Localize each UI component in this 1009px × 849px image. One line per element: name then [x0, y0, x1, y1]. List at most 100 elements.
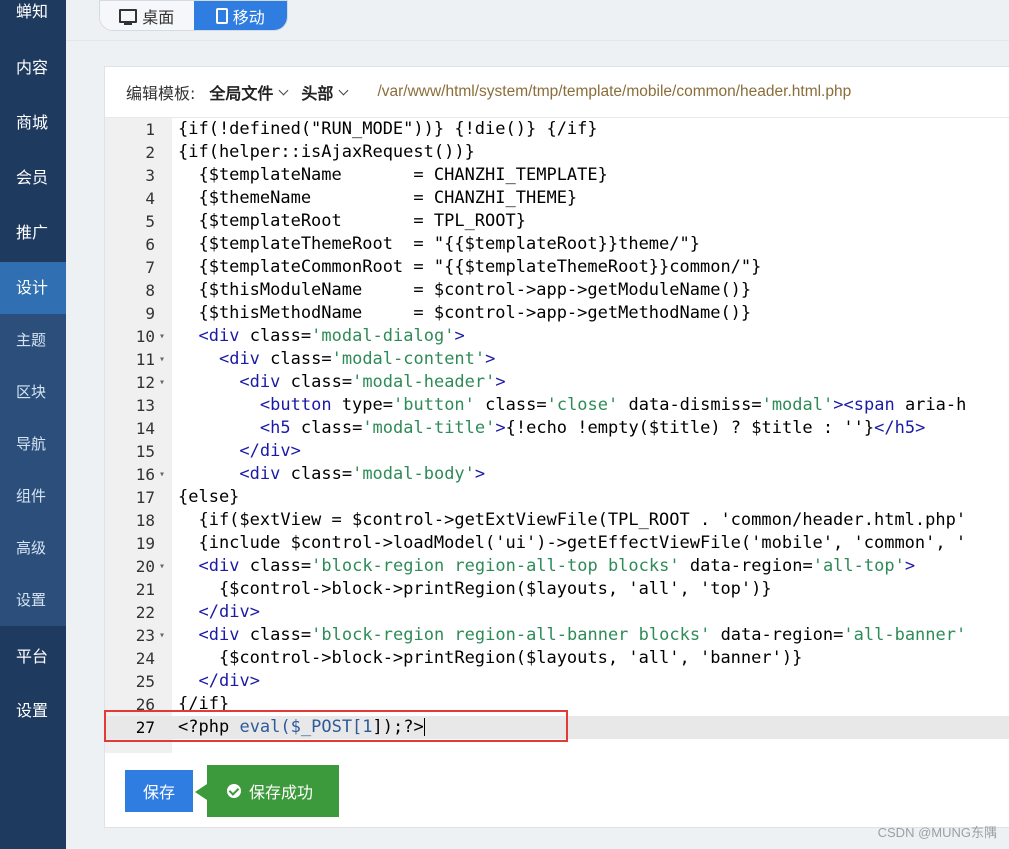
line-number: 21 — [135, 580, 155, 599]
code-line: 14 h5 class='modal-title'{!echo !empty($… — [105, 417, 1009, 440]
line-text: {else} — [178, 487, 240, 507]
file-dropdown-label: 头部 — [301, 84, 334, 103]
code-line: 3 {$templateName = CHANZHI_TEMPLATE} — [105, 164, 1009, 187]
sidebar-subitem-navigation[interactable]: 导航 — [0, 418, 66, 470]
line-number: 7 — [145, 258, 155, 277]
code-line: 11 ▾ div class='modal-content' — [105, 348, 1009, 371]
line-text: {if(helper::isAjaxRequest())} — [178, 142, 475, 162]
sidebar-item-chanzhi[interactable]: 蝉知 — [0, 0, 66, 38]
line-number: 20 — [135, 557, 155, 576]
line-number: 17 — [135, 488, 155, 507]
line-text: div class='modal-content' — [178, 348, 495, 371]
fold-arrow-icon: ▾ — [159, 354, 166, 365]
mobile-tab[interactable]: 移动 — [193, 1, 287, 30]
code-line: 1 {if(!defined("RUN_MODE"))} {!die()} {/i… — [105, 118, 1009, 141]
line-text: {include $control->loadModel('ui')->getE… — [178, 533, 967, 553]
line-number: 25 — [135, 672, 155, 691]
sidebar-subitem-block[interactable]: 区块 — [0, 366, 66, 418]
sidebar-item-settings[interactable]: 设置 — [0, 685, 66, 737]
sidebar-item-member[interactable]: 会员 — [0, 152, 66, 204]
code-line: 13 button type='button' class='close' da… — [105, 394, 1009, 417]
mobile-tab-label: 移动 — [232, 7, 265, 27]
check-circle-icon — [227, 784, 241, 798]
chevron-down-icon — [278, 85, 289, 95]
line-text: {$templateRoot = TPL_ROOT} — [178, 211, 526, 231]
code-line: 21 {$control->block->printRegion($layout… — [105, 578, 1009, 601]
sidebar-item-design[interactable]: 设计 — [0, 262, 66, 314]
line-number: 5 — [145, 212, 155, 231]
desktop-tab[interactable]: 桌面 — [100, 1, 194, 30]
code-line: 19 {include $control->loadModel('ui')->g… — [105, 532, 1009, 555]
line-text: div class='block-region region-all-top b… — [178, 555, 915, 578]
code-line: 22 div — [105, 601, 1009, 624]
line-number: 15 — [135, 442, 155, 461]
code-line: 23 ▾ div class='block-region region-all-b… — [105, 624, 1009, 647]
code-line: 17 {else} — [105, 486, 1009, 509]
sidebar-subitem-advanced[interactable]: 高级 — [0, 522, 66, 574]
line-text: div class='modal-body' — [178, 463, 485, 486]
sidebar-subitem-settings[interactable]: 设置 — [0, 574, 66, 626]
code-line: 10 ▾ div class='modal-dialog' — [105, 325, 1009, 348]
sidebar-subitem-theme[interactable]: 主题 — [0, 314, 66, 366]
line-number: 18 — [135, 511, 155, 530]
sidebar-item-platform[interactable]: 平台 — [0, 631, 66, 683]
code-line: 4 {$themeName = CHANZHI_THEME} — [105, 187, 1009, 210]
line-number: 9 — [145, 304, 155, 323]
monitor-icon — [119, 8, 138, 25]
line-text: button type='button' class='close' data-… — [178, 394, 966, 417]
code-line: 7 {$templateCommonRoot = "{{$templateThe… — [105, 256, 1009, 279]
line-text: {$thisMethodName = $control->app->getMet… — [178, 303, 752, 323]
line-number: 6 — [145, 235, 155, 254]
sidebar-item-promotion[interactable]: 推广 — [0, 207, 66, 259]
line-text: h5 class='modal-title'{!echo !empty($tit… — [178, 417, 925, 440]
line-number: 24 — [135, 649, 155, 668]
sidebar: 蝉知 内容 商城 会员 推广 设计 主题 区块 导航 组件 高级 设置 平台 设… — [0, 0, 66, 849]
fold-arrow-icon: ▾ — [159, 377, 166, 388]
line-text: {$themeName = CHANZHI_THEME} — [178, 188, 578, 208]
fold-arrow-icon: ▾ — [159, 561, 166, 572]
code-line: 20 ▾ div class='block-region region-all-t… — [105, 555, 1009, 578]
line-number: 23 — [135, 626, 155, 645]
scope-dropdown[interactable]: 全局文件 — [209, 80, 289, 104]
fold-arrow-icon: ▾ — [159, 469, 166, 480]
line-text: div class='block-region region-all-banne… — [178, 624, 966, 647]
line-text: div class='modal-header' — [178, 371, 505, 394]
code-line: 16 ▾ div class='modal-body' — [105, 463, 1009, 486]
code-line: 8 {$thisModuleName = $control->app->getM… — [105, 279, 1009, 302]
code-line: 24 {$control->block->printRegion($layout… — [105, 647, 1009, 670]
code-editor[interactable]: 1 {if(!defined("RUN_MODE"))} {!die()} {/i… — [105, 118, 1009, 753]
line-number: 3 — [145, 166, 155, 185]
line-number: 10 — [135, 327, 155, 346]
line-text: {$control->block->printRegion($layouts, … — [178, 648, 803, 668]
code-line: 9 {$thisMethodName = $control->app->getM… — [105, 302, 1009, 325]
code-line: 5 {$templateRoot = TPL_ROOT} — [105, 210, 1009, 233]
line-text: {$control->block->printRegion($layouts, … — [178, 579, 772, 599]
line-text: {$templateCommonRoot = "{{$templateTheme… — [178, 257, 762, 277]
edit-template-label: 编辑模板: — [126, 84, 196, 103]
fold-arrow-icon: ▾ — [159, 630, 166, 641]
line-text: {$thisModuleName = $control->app->getMod… — [178, 280, 752, 300]
line-number: 13 — [135, 396, 155, 415]
desktop-tab-label: 桌面 — [142, 7, 175, 27]
save-button[interactable]: 保存 — [125, 770, 193, 812]
line-number: 4 — [145, 189, 155, 208]
line-text: div — [178, 670, 259, 693]
line-text: {if(!defined("RUN_MODE"))} {!die()} {/if… — [178, 119, 598, 139]
line-number: 1 — [145, 120, 155, 139]
code-line: 15 div — [105, 440, 1009, 463]
line-text: {$templateName = CHANZHI_TEMPLATE} — [178, 165, 608, 185]
editor-header: 编辑模板: 全局文件 头部 /var/www/html/system/tmp/t… — [105, 67, 1009, 118]
line-text: div class='modal-dialog' — [178, 325, 464, 348]
code-line: 18 {if($extView = $control->getExtViewFi… — [105, 509, 1009, 532]
file-path: /var/www/html/system/tmp/template/mobile… — [377, 83, 852, 100]
sidebar-item-content[interactable]: 内容 — [0, 42, 66, 94]
chevron-down-icon — [338, 85, 349, 95]
sidebar-item-shop[interactable]: 商城 — [0, 97, 66, 149]
line-number: 19 — [135, 534, 155, 553]
fold-arrow-icon: ▾ — [159, 331, 166, 342]
sidebar-subitem-widget[interactable]: 组件 — [0, 470, 66, 522]
code-line: 2 {if(helper::isAjaxRequest())} — [105, 141, 1009, 164]
device-toggle: 桌面 移动 — [99, 0, 288, 31]
file-dropdown[interactable]: 头部 — [301, 80, 349, 104]
line-number: 11 — [135, 350, 155, 369]
